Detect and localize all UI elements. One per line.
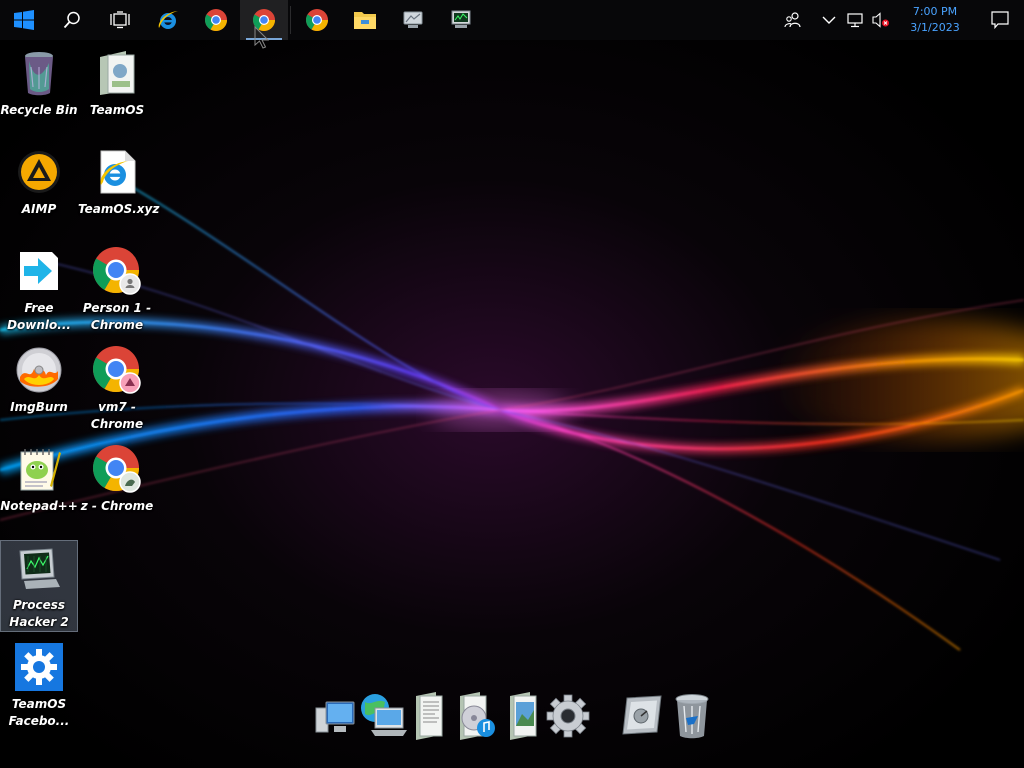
- folder-icon: [92, 48, 142, 98]
- recycle-bin-icon: [14, 48, 64, 98]
- dock-item-control-panel[interactable]: [616, 688, 668, 744]
- chrome-icon: [92, 444, 142, 494]
- windows-logo-icon: [14, 10, 34, 30]
- show-hidden-icons-button[interactable]: [816, 0, 842, 40]
- taskbar-app-monitor[interactable]: [389, 0, 437, 40]
- monitor-icon: [403, 11, 423, 28]
- desktop-icon-label: z - Chrome: [80, 499, 154, 513]
- taskbar-chrome-1[interactable]: [192, 0, 240, 40]
- gear-icon: [14, 642, 64, 692]
- dock-item-pictures[interactable]: [496, 688, 548, 744]
- dock-item-computer[interactable]: [310, 688, 362, 744]
- gear-icon: [546, 694, 590, 738]
- notepad-icon: [14, 444, 64, 494]
- desktop-icon-aimp[interactable]: AIMP: [0, 143, 78, 235]
- taskbar-process-hacker[interactable]: [437, 0, 485, 40]
- desktop-icon-label: Notepad++: [0, 499, 78, 513]
- desktop-icon-notepad-plus-plus[interactable]: Notepad++: [0, 440, 78, 532]
- desktop-icon-recycle-bin[interactable]: Recycle Bin: [0, 44, 78, 136]
- computer-icon: [315, 701, 355, 733]
- system-tray: 7:00 PM 3/1/2023: [780, 0, 1024, 40]
- music-icon: [460, 692, 495, 740]
- process-monitor-icon: [14, 545, 64, 593]
- internet-explorer-icon: [158, 11, 178, 29]
- aimp-icon: [14, 147, 64, 197]
- pictures-icon: [510, 692, 537, 740]
- desktop-icon-teamos[interactable]: TeamOS: [78, 44, 156, 136]
- network-icon: [847, 13, 863, 28]
- taskbar-file-explorer[interactable]: [341, 0, 389, 40]
- clock-date: 3/1/2023: [910, 21, 960, 34]
- task-view-button[interactable]: [96, 0, 144, 40]
- folder-icon: [354, 12, 376, 29]
- desktop-icon-label: Recycle Bin: [0, 103, 78, 117]
- dock: [310, 688, 720, 744]
- desktop-icon-label: AIMP: [21, 202, 57, 216]
- chrome-icon: [92, 246, 142, 296]
- start-button[interactable]: [0, 0, 48, 40]
- disc-icon: [14, 345, 64, 395]
- dock-item-documents[interactable]: [402, 688, 454, 744]
- chrome-icon: [92, 345, 142, 395]
- task-view-icon: [110, 11, 130, 29]
- people-icon: [784, 12, 801, 28]
- desktop-icon-process-hacker-2[interactable]: Process Hacker 2: [0, 540, 78, 632]
- notification-icon: [991, 11, 1009, 29]
- chrome-icon: [205, 9, 227, 31]
- desktop-icon-imgburn[interactable]: ImgBurn: [0, 341, 78, 433]
- taskbar-separator: [290, 6, 291, 34]
- taskbar-internet-explorer[interactable]: [144, 0, 192, 40]
- desktop-icon-teamos-facebook[interactable]: TeamOS Facebo...: [0, 638, 78, 730]
- control-panel-icon: [622, 695, 662, 735]
- desktop-icon-label: Person 1 - Chrome: [82, 301, 152, 332]
- dock-item-trash[interactable]: [666, 688, 718, 744]
- desktop-icon-free-download[interactable]: Free Downlo...: [0, 242, 78, 334]
- desktop-icon-label: ImgBurn: [10, 400, 68, 414]
- dock-item-network[interactable]: [356, 688, 408, 744]
- search-button[interactable]: [48, 0, 96, 40]
- taskbar-chrome-3[interactable]: [293, 0, 341, 40]
- dock-item-music[interactable]: [450, 688, 502, 744]
- taskbar: 7:00 PM 3/1/2023: [0, 0, 1024, 40]
- process-monitor-icon: [451, 10, 471, 28]
- network-globe-icon: [361, 694, 407, 736]
- network-button[interactable]: [842, 0, 868, 40]
- download-arrow-icon: [14, 246, 64, 296]
- dock-item-settings[interactable]: [542, 688, 594, 744]
- desktop-icon-person-1-chrome[interactable]: Person 1 - Chrome: [78, 242, 156, 334]
- desktop-icon-vm7-chrome[interactable]: vm7 - Chrome: [78, 341, 156, 433]
- desktop-icon-label: TeamOS Facebo...: [8, 697, 70, 728]
- volume-muted-icon: [872, 12, 889, 28]
- desktop-icon-label: Process Hacker 2: [9, 598, 69, 629]
- trash-icon: [675, 694, 709, 739]
- search-icon: [63, 11, 80, 29]
- desktop-icon-teamos-xyz[interactable]: TeamOS.xyz: [78, 143, 160, 235]
- desktop-icon-label: vm7 - Chrome: [90, 400, 144, 431]
- internet-explorer-icon: [92, 147, 142, 197]
- volume-button[interactable]: [868, 0, 894, 40]
- clock[interactable]: 7:00 PM 3/1/2023: [894, 0, 976, 40]
- desktop-icon-label: Free Downlo...: [7, 301, 71, 332]
- desktop-icon-label: TeamOS: [89, 103, 145, 117]
- chevron-down-icon: [822, 16, 836, 24]
- people-button[interactable]: [780, 0, 806, 40]
- documents-icon: [416, 692, 443, 740]
- desktop-icon-label: TeamOS.xyz: [78, 202, 160, 216]
- clock-time: 7:00 PM: [912, 5, 958, 18]
- action-center-button[interactable]: [976, 0, 1024, 40]
- chrome-icon: [306, 9, 328, 31]
- mouse-cursor: [254, 26, 270, 49]
- desktop-icon-z-chrome[interactable]: z - Chrome: [78, 440, 156, 532]
